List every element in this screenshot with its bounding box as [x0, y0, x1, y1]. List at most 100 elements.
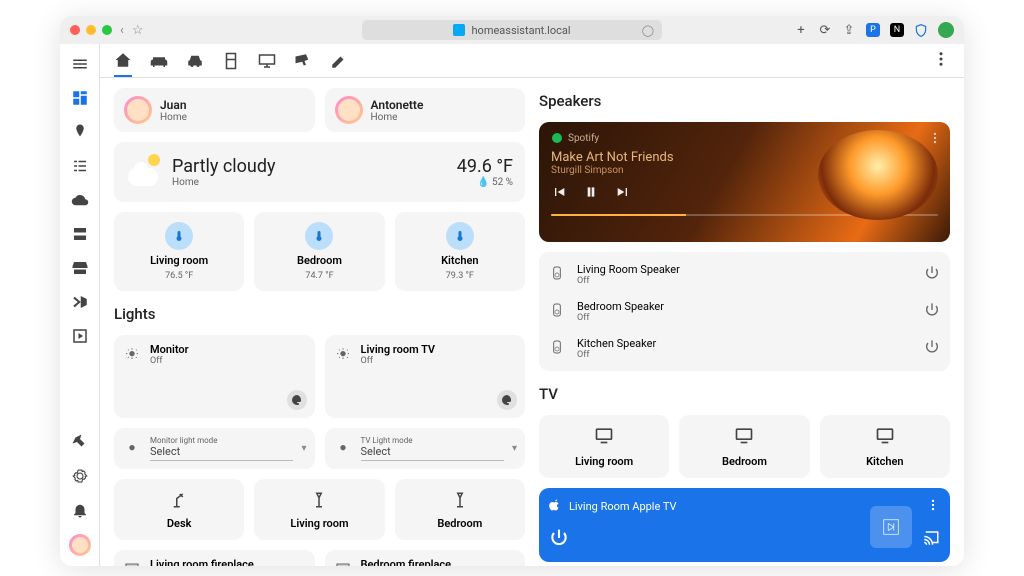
dashboard-tabs — [100, 44, 964, 78]
speaker-row[interactable]: Bedroom Speaker Off — [549, 293, 940, 330]
weather-card[interactable]: Partly cloudy Home 49.6 °F 💧 52 % — [114, 142, 525, 202]
back-button[interactable]: ‹ — [120, 23, 124, 38]
tabs-overflow-icon[interactable] — [932, 50, 950, 72]
tv-kitchen[interactable]: Kitchen — [820, 415, 950, 478]
vscode-icon[interactable] — [70, 292, 90, 312]
thermostat-icon — [446, 222, 474, 250]
speaker-row[interactable]: Living Room Speaker Off — [549, 256, 940, 293]
shield-icon[interactable] — [914, 23, 928, 37]
speaker-state: Off — [577, 350, 914, 360]
devtools-icon[interactable] — [70, 432, 90, 452]
menu-icon[interactable] — [70, 54, 90, 74]
window-controls — [70, 25, 112, 35]
power-icon[interactable] — [924, 302, 940, 322]
favorite-button[interactable]: ☆ — [132, 23, 144, 38]
card-menu-icon[interactable] — [926, 498, 940, 515]
cast-icon[interactable] — [922, 529, 940, 551]
speaker-state: Off — [577, 276, 914, 286]
media-icon[interactable] — [70, 326, 90, 346]
tab-kitchen[interactable] — [222, 44, 240, 77]
server-icon[interactable] — [70, 224, 90, 244]
downloads-icon[interactable]: ⟳ — [818, 23, 832, 37]
fireplace-living-room[interactable]: Living room fireplace Off — [114, 550, 315, 566]
climate-bedroom[interactable]: Bedroom 74.7 °F — [254, 212, 384, 291]
tv-icon — [734, 425, 754, 449]
reader-icon[interactable]: ◯ — [642, 24, 654, 37]
light-state: Off — [150, 356, 307, 366]
light-living-room-tv[interactable]: Living room TV Off — [325, 335, 526, 418]
select-monitor-mode[interactable]: Monitor light mode Select ▾ — [114, 428, 315, 469]
cloud-icon[interactable] — [70, 190, 90, 210]
map-icon[interactable] — [70, 122, 90, 142]
avatar — [335, 96, 363, 124]
lamp-bedroom[interactable]: Bedroom — [395, 479, 525, 540]
address-bar[interactable]: homeassistant.local ◯ — [362, 20, 662, 40]
speaker-state: Off — [577, 313, 914, 323]
climate-living-room[interactable]: Living room 76.5 °F — [114, 212, 244, 291]
tab-camera[interactable] — [294, 44, 312, 77]
prev-track-icon[interactable] — [551, 184, 567, 204]
notifications-icon[interactable] — [70, 500, 90, 520]
person-card-antonette[interactable]: Antonette Home — [325, 88, 526, 132]
weather-location: Home — [172, 177, 447, 188]
profile-icon[interactable] — [938, 22, 954, 38]
apple-tv-card[interactable]: Living Room Apple TV — [539, 488, 950, 562]
chevron-down-icon: ▾ — [512, 443, 517, 454]
next-track-icon[interactable] — [615, 184, 631, 204]
logbook-icon[interactable] — [70, 156, 90, 176]
climate-room: Bedroom — [297, 254, 342, 267]
settings-icon[interactable] — [70, 466, 90, 486]
maximize-window[interactable] — [102, 25, 112, 35]
select-label: Monitor light mode — [150, 436, 293, 445]
power-icon[interactable] — [549, 528, 569, 552]
album-art — [818, 130, 938, 220]
site-icon — [453, 24, 465, 36]
tab-edit[interactable] — [330, 44, 348, 77]
light-monitor[interactable]: Monitor Off — [114, 335, 315, 418]
pause-icon[interactable] — [583, 184, 599, 204]
tv-living-room[interactable]: Living room — [539, 415, 669, 478]
fireplace-icon — [333, 560, 353, 567]
thermostat-icon — [305, 222, 333, 250]
lightbulb-icon — [122, 439, 142, 459]
tab-car[interactable] — [186, 44, 204, 77]
dashboard-icon[interactable] — [70, 88, 90, 108]
store-icon[interactable] — [70, 258, 90, 278]
select-label: TV Light mode — [361, 436, 504, 445]
power-icon[interactable] — [924, 265, 940, 285]
desk-lamp-icon — [170, 489, 188, 511]
close-window[interactable] — [70, 25, 80, 35]
ext-notion-icon[interactable]: N — [890, 23, 904, 37]
user-avatar[interactable] — [69, 534, 91, 556]
media-player-card[interactable]: Spotify Make Art Not Friends Sturgill Si… — [539, 122, 950, 242]
share-icon[interactable]: ⇪ — [842, 23, 856, 37]
select-tv-mode[interactable]: TV Light mode Select ▾ — [325, 428, 526, 469]
speaker-row[interactable]: Kitchen Speaker Off — [549, 330, 940, 367]
palette-icon[interactable] — [497, 390, 517, 410]
avatar — [124, 96, 152, 124]
minimize-window[interactable] — [86, 25, 96, 35]
person-name: Juan — [160, 98, 187, 112]
lamp-living-room[interactable]: Living room — [254, 479, 384, 540]
tv-bedroom[interactable]: Bedroom — [679, 415, 809, 478]
section-speakers: Speakers — [539, 92, 950, 110]
person-card-juan[interactable]: Juan Home — [114, 88, 315, 132]
lamp-desk[interactable]: Desk — [114, 479, 244, 540]
thermostat-icon — [165, 222, 193, 250]
power-icon[interactable] — [924, 339, 940, 359]
person-name: Antonette — [371, 98, 424, 112]
tab-desk[interactable] — [258, 44, 276, 77]
palette-icon[interactable] — [287, 390, 307, 410]
new-tab-icon[interactable]: + — [794, 23, 808, 37]
fireplace-name: Bedroom fireplace — [361, 558, 452, 566]
weather-condition: Partly cloudy — [172, 156, 447, 177]
tab-home[interactable] — [114, 44, 132, 77]
tab-sofa[interactable] — [150, 44, 168, 77]
ext-pocket-icon[interactable]: P — [866, 23, 880, 37]
climate-kitchen[interactable]: Kitchen 79.3 °F — [395, 212, 525, 291]
player-menu-icon[interactable] — [928, 130, 942, 149]
climate-room: Living room — [150, 254, 208, 267]
fireplace-bedroom[interactable]: Bedroom fireplace Off — [325, 550, 526, 566]
climate-temp: 76.5 °F — [165, 271, 193, 281]
lightbulb-icon — [333, 439, 353, 459]
